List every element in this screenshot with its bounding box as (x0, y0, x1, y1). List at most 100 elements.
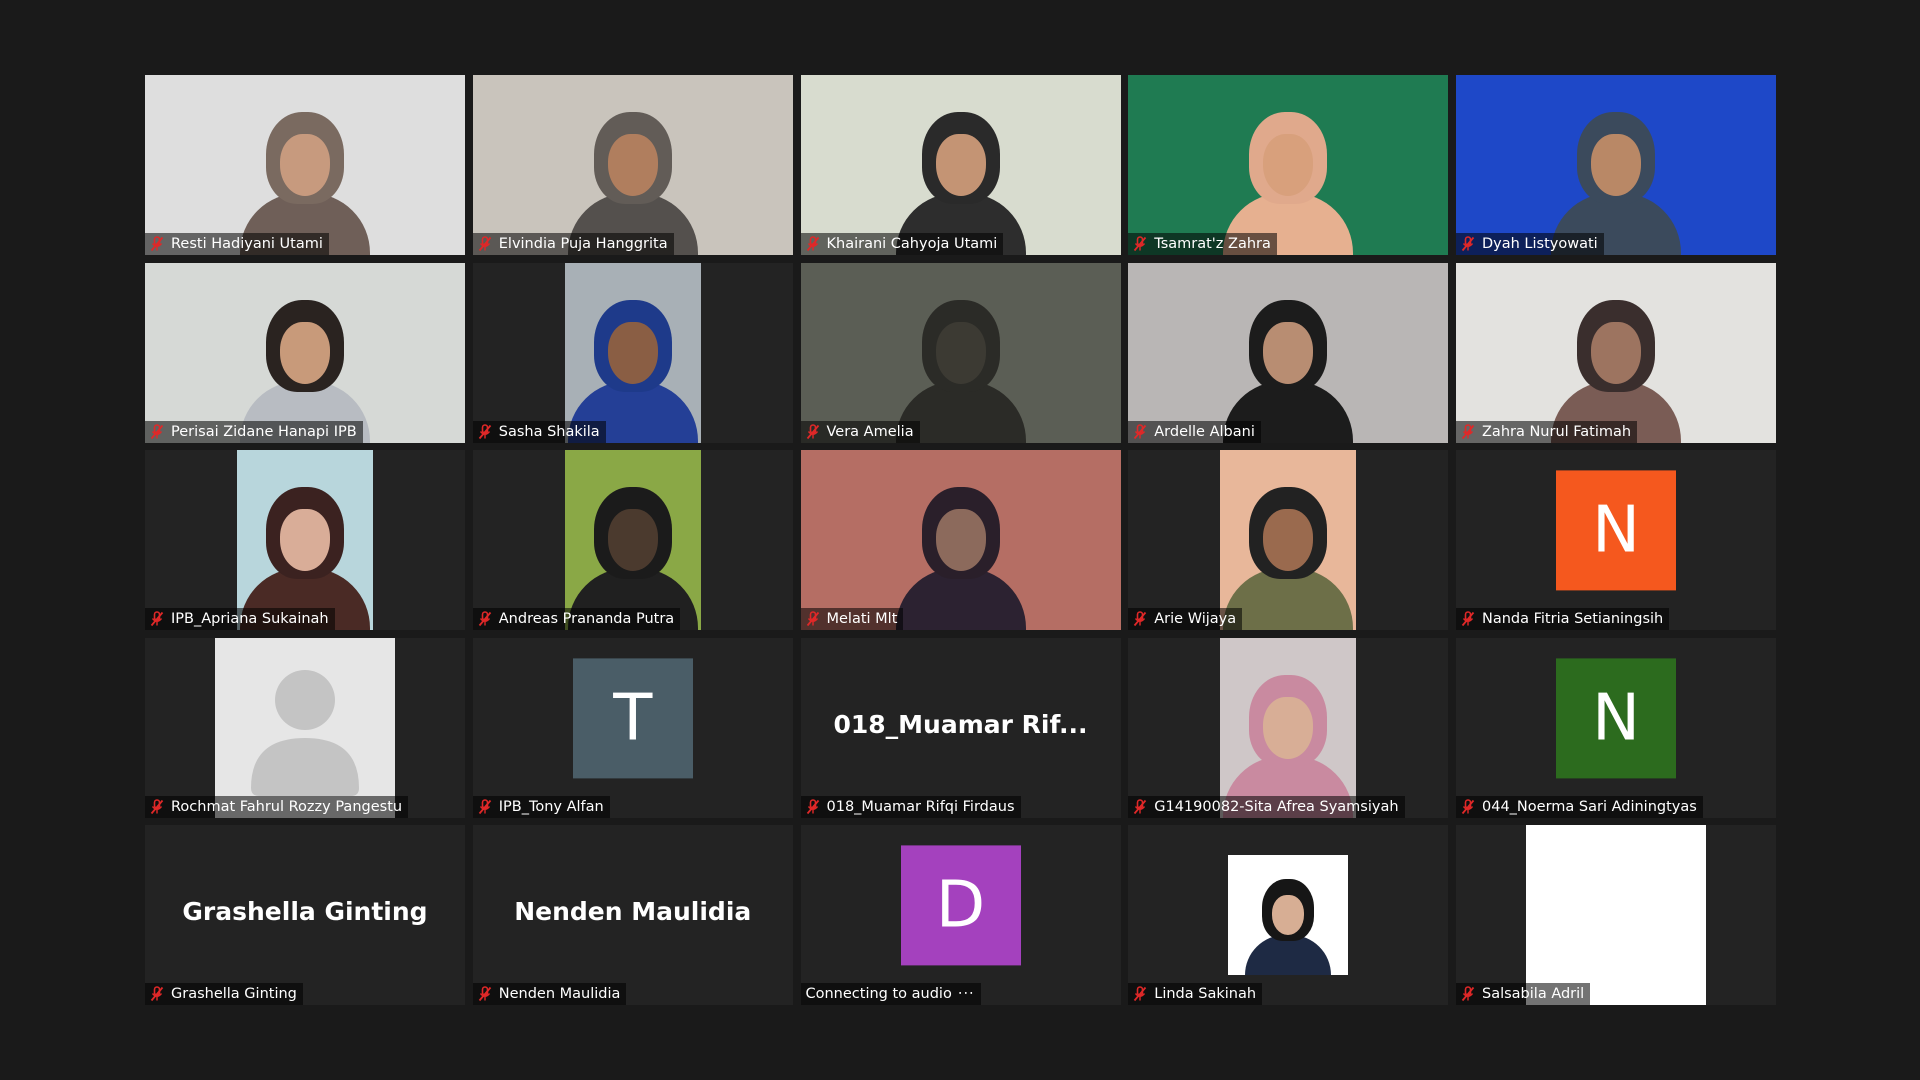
person-figure (567, 278, 698, 443)
participant-name: Grashella Ginting (171, 986, 297, 1002)
participant-name-bar: Rochmat Fahrul Rozzy Pangestu (145, 795, 409, 818)
muted-microphone-icon (478, 611, 492, 627)
participant-tile[interactable]: Ardelle Albani (1128, 262, 1449, 443)
participant-name-bar: Linda Sakinah (1128, 983, 1263, 1005)
participant-name-bar: Elvindia Puja Hanggrita (472, 233, 674, 255)
participant-name-bar: Nenden Maulidia (472, 983, 627, 1005)
muted-microphone-icon (1461, 611, 1475, 627)
muted-microphone-icon (1461, 798, 1475, 815)
participant-name: Zahra Nurul Fatimah (1482, 423, 1632, 440)
participant-video (1228, 855, 1349, 975)
participant-name-bar: Dyah Listyowati (1456, 233, 1604, 255)
participant-video (800, 262, 1121, 443)
participant-name-bar: Salsabila Adril (1456, 983, 1591, 1005)
participant-tile[interactable]: D Connecting to audio ⋅⋅⋅ (800, 825, 1121, 1005)
participant-name-bar: Ardelle Albani (1128, 420, 1261, 443)
video-gallery-grid: Resti Hadiyani Utami Elvindia Puja Hanggr… (145, 75, 1776, 1005)
muted-microphone-icon (150, 986, 164, 1002)
participant-name-bar: Tsamrat'z Zahra (1128, 233, 1277, 255)
participant-name: Resti Hadiyani Utami (171, 236, 323, 252)
participant-tile[interactable]: Rochmat Fahrul Rozzy Pangestu (145, 637, 465, 818)
muted-microphone-icon (1461, 423, 1475, 440)
participant-tile[interactable]: Elvindia Puja Hanggrita (472, 75, 793, 255)
participant-video (237, 450, 373, 630)
participant-video (1456, 75, 1776, 255)
participant-tile[interactable]: G14190082-Sita Afrea Syamsiyah (1128, 637, 1449, 818)
muted-microphone-icon (1133, 798, 1147, 815)
participant-tile[interactable]: Arie Wijaya (1128, 450, 1449, 630)
participant-name: Tsamrat'z Zahra (1154, 236, 1271, 252)
participant-video (1456, 262, 1776, 443)
participant-tile[interactable]: Tsamrat'z Zahra (1128, 75, 1449, 255)
participant-name-bar: Vera Amelia (800, 420, 920, 443)
person-figure (1223, 653, 1354, 818)
participant-name: G14190082-Sita Afrea Syamsiyah (1154, 798, 1399, 815)
muted-microphone-icon (150, 423, 164, 440)
participant-tile[interactable]: Salsabila Adril (1456, 825, 1776, 1005)
person-figure (240, 90, 370, 255)
participant-tile[interactable]: Zahra Nurul Fatimah (1456, 262, 1776, 443)
participant-tile[interactable]: N 044_Noerma Sari Adiningtyas (1456, 637, 1776, 818)
participant-video (145, 75, 465, 255)
participant-name-bar: Grashella Ginting (145, 983, 303, 1005)
participant-name-bar: Sasha Shakila (472, 420, 606, 443)
participant-tile[interactable]: Khairani Cahyoja Utami (800, 75, 1121, 255)
participant-video (145, 262, 465, 443)
participant-name: Sasha Shakila (498, 423, 600, 440)
participant-video (1128, 262, 1449, 443)
participant-name: Nenden Maulidia (498, 986, 621, 1002)
participant-name: 044_Noerma Sari Adiningtyas (1482, 798, 1697, 815)
participant-name-bar: Perisai Zidane Hanapi IPB (145, 420, 363, 443)
person-figure (1245, 865, 1332, 975)
participant-tile[interactable]: 018_Muamar Rif... 018_Muamar Rifqi Firdau… (800, 637, 1121, 818)
participant-name-bar: Arie Wijaya (1128, 608, 1243, 630)
user-silhouette-icon (251, 669, 359, 796)
person-figure (895, 465, 1026, 630)
muted-microphone-icon (150, 236, 164, 252)
participant-name: Khairani Cahyoja Utami (826, 236, 998, 252)
participant-name: Rochmat Fahrul Rozzy Pangestu (171, 798, 403, 815)
muted-microphone-icon (806, 798, 820, 815)
participant-tile[interactable]: Dyah Listyowati (1456, 75, 1776, 255)
participant-name-bar: 018_Muamar Rifqi Firdaus (800, 795, 1021, 818)
initial-avatar: T (572, 657, 693, 778)
participant-name-bar: Connecting to audio ⋅⋅⋅ (800, 983, 981, 1005)
participant-tile[interactable]: Melati Mlt (800, 450, 1121, 630)
participant-tile[interactable]: Sasha Shakila (472, 262, 793, 443)
participant-video (564, 262, 701, 443)
muted-microphone-icon (478, 986, 492, 1002)
participant-name-bar: Nanda Fitria Setianingsih (1456, 608, 1670, 630)
participant-name-bar: Andreas Prananda Putra (472, 608, 681, 630)
person-figure (1223, 90, 1354, 255)
participant-tile[interactable]: Grashella Ginting Grashella Ginting (145, 825, 465, 1005)
muted-microphone-icon (150, 798, 164, 815)
person-figure (567, 90, 698, 255)
muted-microphone-icon (1133, 236, 1147, 252)
muted-microphone-icon (478, 798, 492, 815)
initial-avatar: D (900, 845, 1021, 966)
participant-name-bar: Melati Mlt (800, 608, 904, 630)
participant-tile[interactable]: Andreas Prananda Putra (472, 450, 793, 630)
person-figure (895, 278, 1026, 443)
participant-tile[interactable]: Vera Amelia (800, 262, 1121, 443)
muted-microphone-icon (806, 423, 820, 440)
participant-video (564, 450, 701, 630)
participant-video (1220, 450, 1357, 630)
participant-name-bar: 044_Noerma Sari Adiningtyas (1456, 795, 1703, 818)
muted-microphone-icon (150, 611, 164, 627)
muted-microphone-icon (1461, 236, 1475, 252)
muted-microphone-icon (1133, 423, 1147, 440)
participant-name-bar: IPB_Tony Alfan (472, 795, 610, 818)
participant-tile[interactable]: IPB_Apriana Sukainah (145, 450, 465, 630)
initial-avatar: N (1556, 470, 1676, 591)
participant-tile[interactable]: N Nanda Fitria Setianingsih (1456, 450, 1776, 630)
participant-tile[interactable]: T IPB_Tony Alfan (472, 637, 793, 818)
participant-name-bar: G14190082-Sita Afrea Syamsiyah (1128, 795, 1405, 818)
participant-tile[interactable]: Nenden Maulidia Nenden Maulidia (472, 825, 793, 1005)
participant-name: IPB_Tony Alfan (498, 798, 604, 815)
display-name-large: Grashella Ginting (182, 897, 428, 927)
participant-tile[interactable]: Linda Sakinah (1128, 825, 1449, 1005)
person-figure (1223, 278, 1354, 443)
participant-tile[interactable]: Perisai Zidane Hanapi IPB (145, 262, 465, 443)
participant-tile[interactable]: Resti Hadiyani Utami (145, 75, 465, 255)
